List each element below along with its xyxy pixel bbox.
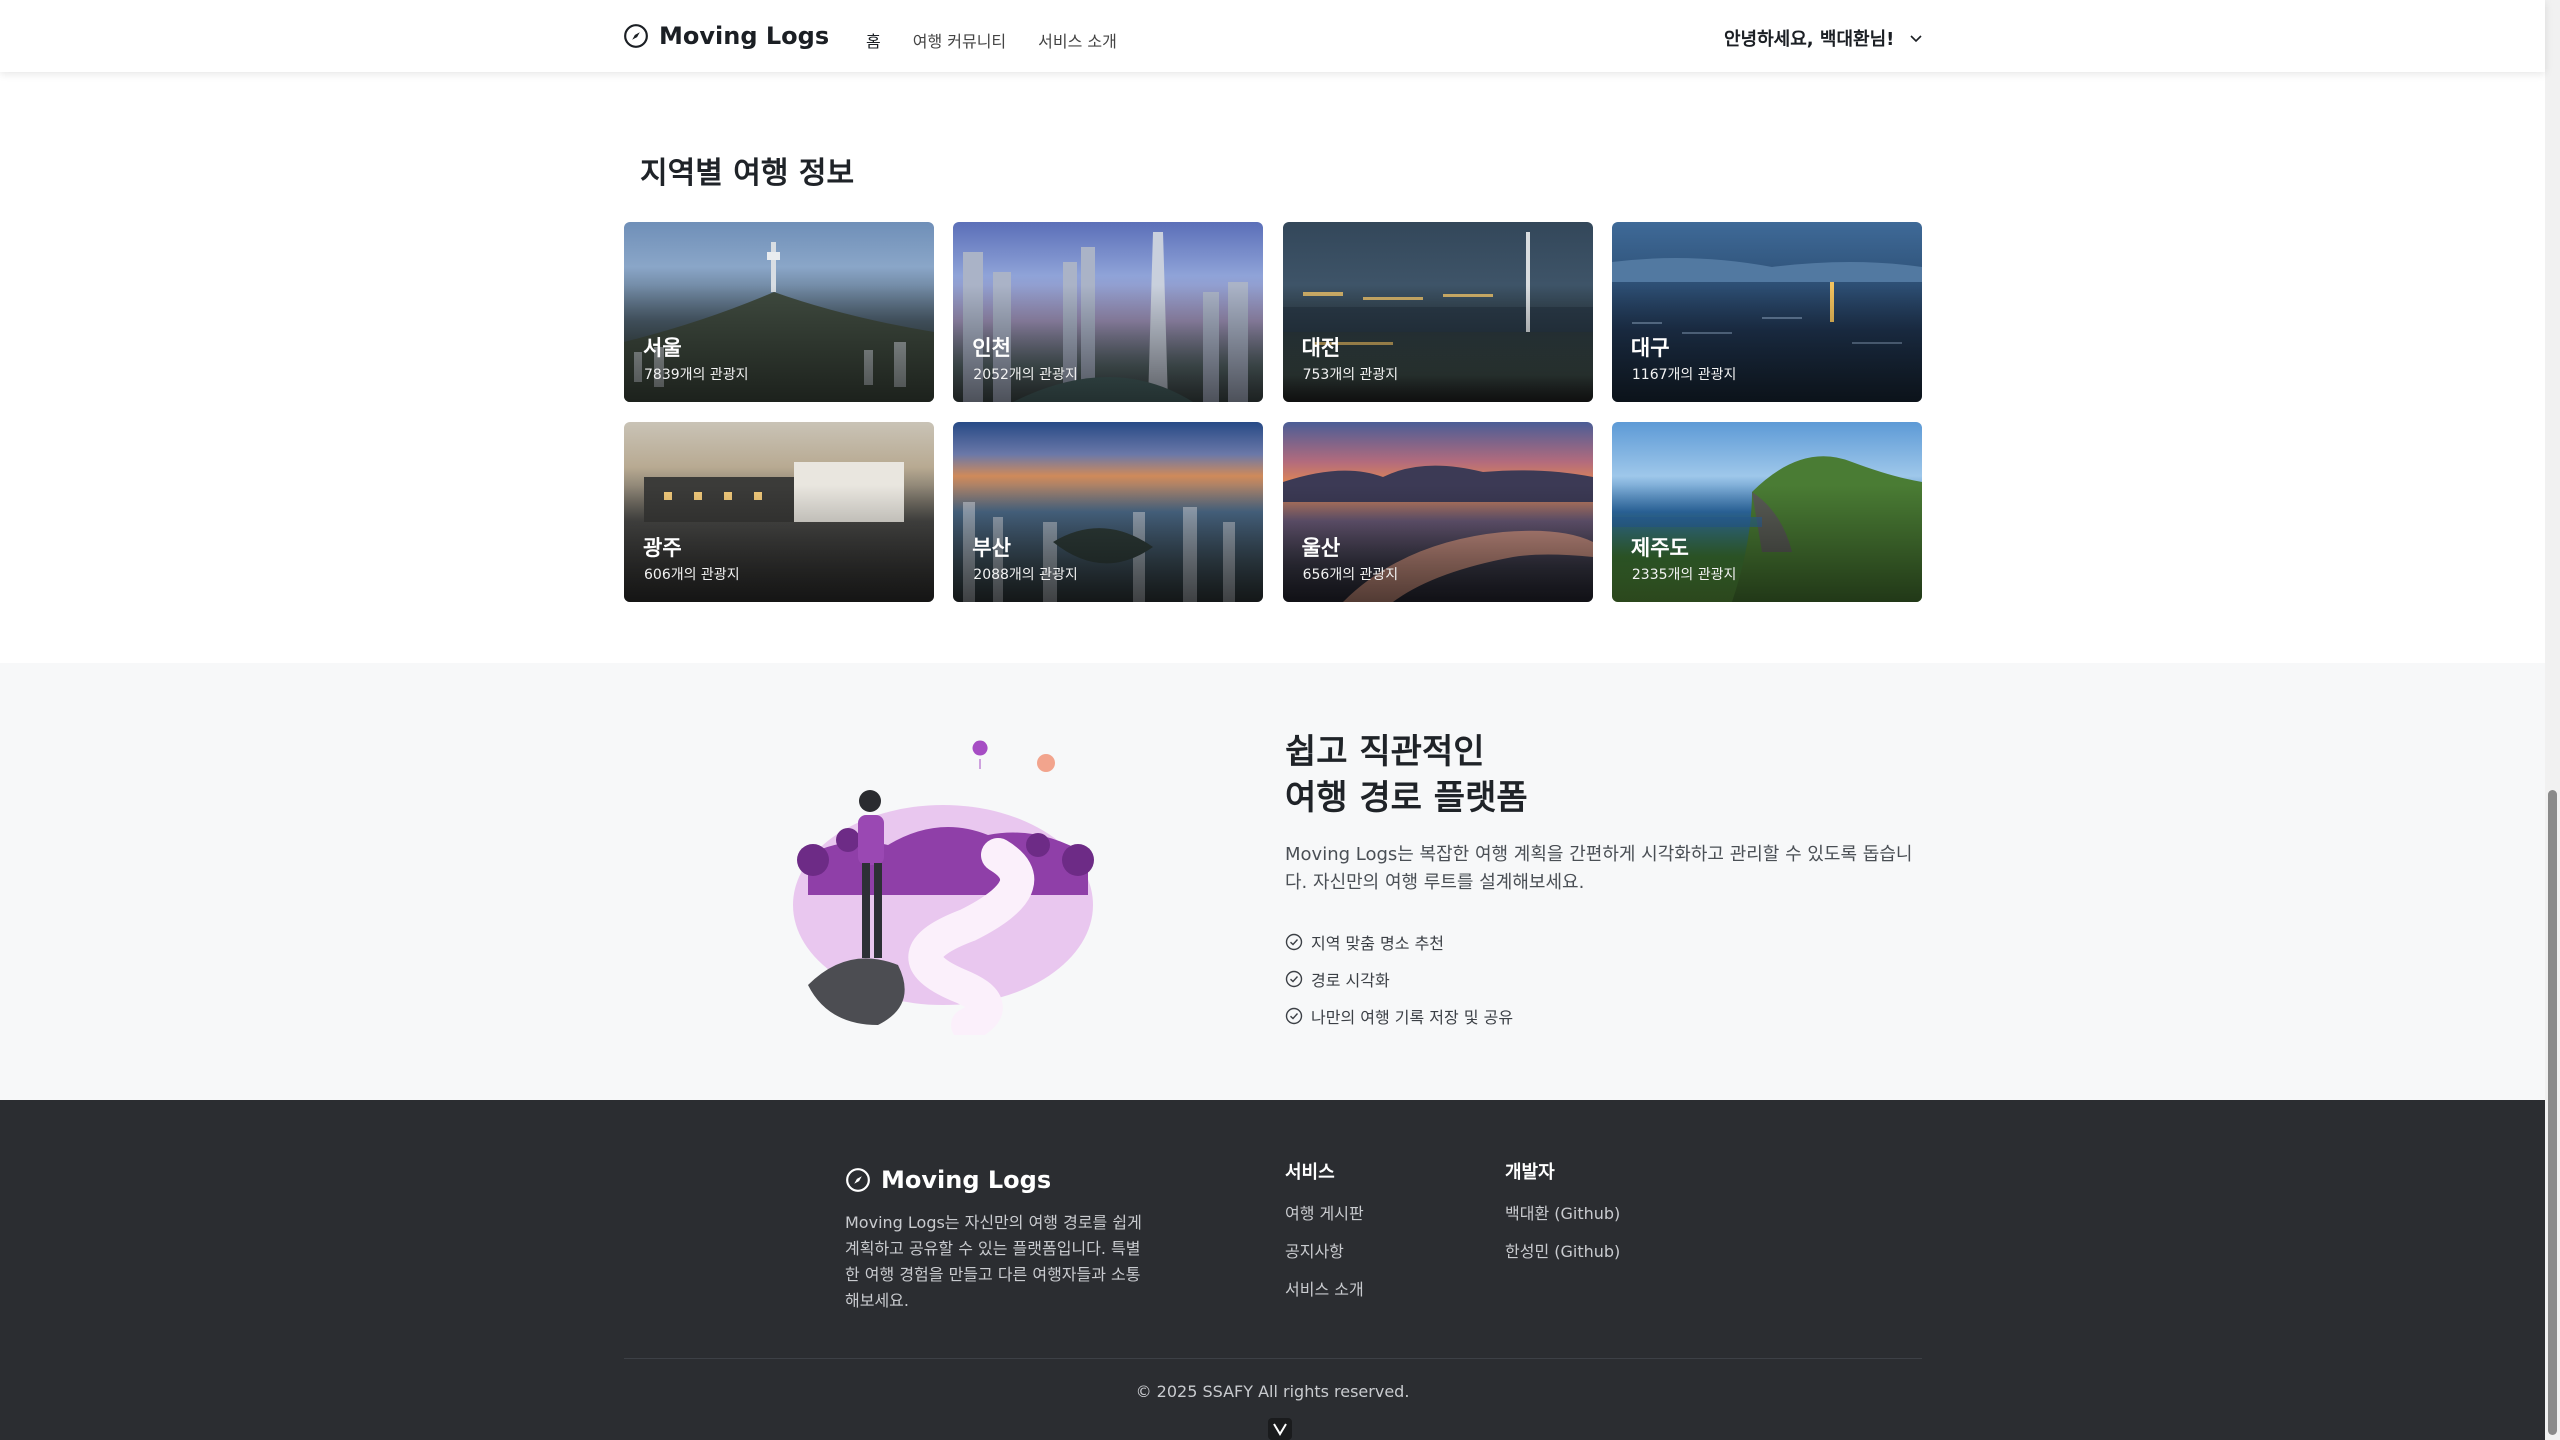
main-nav: 홈 여행 커뮤니티 서비스 소개	[866, 28, 1117, 52]
footer-brand[interactable]: Moving Logs	[845, 1166, 1051, 1194]
vue-devtools-button[interactable]	[1268, 1418, 1292, 1440]
feature-item: 지역 맞춤 명소 추천	[1285, 923, 1513, 960]
region-card-seoul[interactable]: 서울 7839개의 관광지	[624, 222, 934, 402]
check-circle-icon	[1285, 1007, 1303, 1024]
region-count: 1167개의 관광지	[1631, 367, 1737, 383]
page-scrollbar[interactable]	[2545, 0, 2560, 1440]
feature-section: 쉽고 직관적인 여행 경로 플랫폼 Moving Logs는 복잡한 여행 계획…	[0, 663, 2545, 1100]
traveler-illustration	[793, 740, 1094, 1035]
region-name: 서울	[643, 336, 682, 360]
region-card-busan[interactable]: 부산 2088개의 관광지	[953, 422, 1264, 602]
feature-title: 쉽고 직관적인 여행 경로 플랫폼	[1285, 729, 1528, 821]
footer-link-board[interactable]: 여행 게시판	[1285, 1200, 1364, 1224]
region-card-jeju[interactable]: 제주도 2335개의 관광지	[1611, 422, 1922, 602]
copyright: © 2025 SSAFY All rights reserved.	[1135, 1382, 1410, 1401]
footer-link-dev1[interactable]: 백대환 (Github)	[1505, 1200, 1620, 1224]
scrollbar-thumb[interactable]	[2548, 790, 2557, 1435]
check-circle-icon	[1285, 970, 1303, 987]
region-count: 2335개의 관광지	[1631, 567, 1737, 583]
nav-about[interactable]: 서비스 소개	[1038, 28, 1117, 52]
region-grid: 서울 7839개의 관광지 인천 2052개의 관광지 대전 753개의 관광지…	[624, 222, 1922, 602]
feature-item-label: 나만의 여행 기록 저장 및 공유	[1311, 1007, 1514, 1027]
footer-services-title: 서비스	[1285, 1162, 1335, 1183]
region-card-daegu[interactable]: 대구 1167개의 관광지	[1611, 222, 1922, 402]
compass-icon	[846, 1168, 870, 1192]
footer-developers-title: 개발자	[1505, 1162, 1555, 1183]
compass-icon	[624, 24, 648, 48]
top-navbar: Moving Logs 홈 여행 커뮤니티 서비스 소개 안녕하세요, 백대환님…	[0, 0, 2545, 72]
region-count: 656개의 관광지	[1302, 567, 1399, 583]
feature-item-label: 경로 시각화	[1311, 970, 1390, 990]
region-card-gwangju[interactable]: 광주 606개의 관광지	[624, 422, 934, 602]
region-name: 대구	[1630, 336, 1670, 360]
footer-link-about[interactable]: 서비스 소개	[1285, 1276, 1364, 1300]
user-greeting: 안녕하세요, 백대환님!	[1724, 29, 1895, 50]
nav-home[interactable]: 홈	[866, 28, 881, 52]
footer-link-notice[interactable]: 공지사항	[1285, 1238, 1364, 1262]
check-circle-icon	[1285, 933, 1303, 950]
feature-item: 경로 시각화	[1285, 960, 1513, 997]
user-menu[interactable]: 안녕하세요, 백대환님!	[1724, 25, 1924, 51]
region-name: 인천	[972, 336, 1011, 360]
region-count: 7839개의 관광지	[644, 367, 749, 383]
region-count: 606개의 관광지	[644, 567, 740, 583]
nav-community[interactable]: 여행 커뮤니티	[913, 28, 1006, 52]
feature-title-line2: 여행 경로 플랫폼	[1285, 778, 1528, 818]
region-name: 제주도	[1630, 536, 1689, 560]
region-card-daejeon[interactable]: 대전 753개의 관광지	[1282, 222, 1593, 402]
chevron-down-icon[interactable]	[1908, 30, 1924, 46]
footer: Moving Logs Moving Logs는 자신만의 여행 경로를 쉽게 …	[0, 1100, 2545, 1440]
region-card-incheon[interactable]: 인천 2052개의 관광지	[953, 222, 1264, 402]
feature-item-label: 지역 맞춤 명소 추천	[1311, 933, 1445, 953]
footer-services: 서비스 여행 게시판 공지사항 서비스 소개	[1285, 1158, 1364, 1314]
footer-link-dev2[interactable]: 한성민 (Github)	[1505, 1238, 1620, 1262]
region-name: 울산	[1301, 536, 1341, 560]
footer-description: Moving Logs는 자신만의 여행 경로를 쉽게 계획하고 공유할 수 있…	[845, 1213, 1142, 1310]
feature-description: Moving Logs는 복잡한 여행 계획을 간편하게 시각화하고 관리할 수…	[1285, 844, 1913, 893]
region-count: 753개의 관광지	[1302, 367, 1399, 383]
region-section-title: 지역별 여행 정보	[640, 156, 855, 191]
vue-logo-icon	[1273, 1423, 1287, 1436]
footer-brand-name: Moving Logs	[881, 1166, 1052, 1194]
brand-logo[interactable]: Moving Logs	[623, 22, 829, 50]
feature-item: 나만의 여행 기록 저장 및 공유	[1285, 997, 1513, 1034]
feature-title-line1: 쉽고 직관적인	[1285, 732, 1485, 772]
region-count: 2052개의 관광지	[973, 367, 1078, 383]
region-card-ulsan[interactable]: 울산 656개의 관광지	[1282, 422, 1593, 602]
region-name: 광주	[643, 536, 682, 560]
region-count: 2088개의 관광지	[973, 567, 1078, 583]
region-name: 부산	[972, 536, 1011, 560]
feature-list: 지역 맞춤 명소 추천 경로 시각화 나만의 여행 기록 저장 및 공유	[1285, 923, 1513, 1034]
region-name: 대전	[1301, 336, 1341, 360]
footer-developers: 개발자 백대환 (Github) 한성민 (Github)	[1505, 1158, 1620, 1276]
footer-divider	[624, 1358, 1922, 1359]
brand-name: Moving Logs	[659, 22, 830, 50]
